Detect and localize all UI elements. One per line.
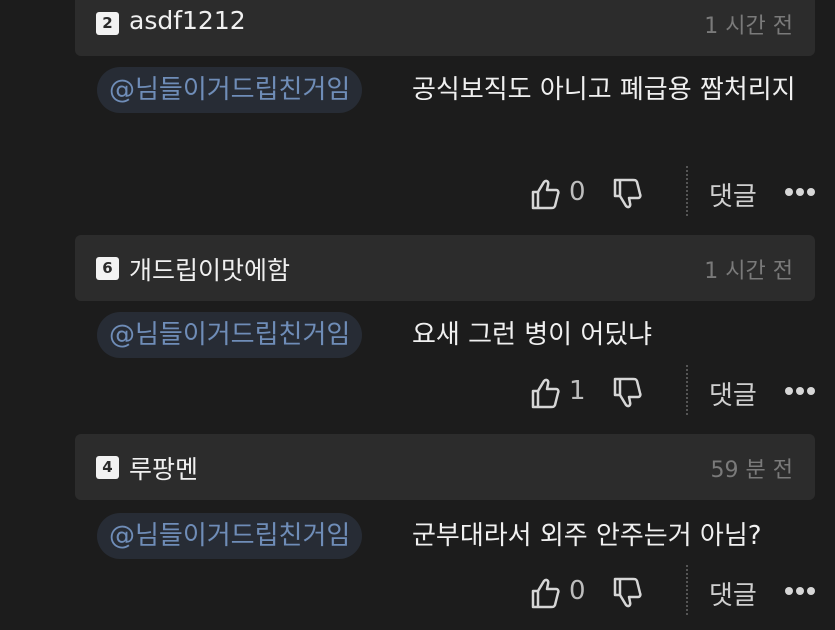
comment-header: 4 루팡멘 59 분 전: [75, 434, 815, 500]
timestamp: 59 분 전: [710, 458, 793, 483]
comment-text: 군부대라서 외주 안주는거 아님?: [412, 521, 762, 551]
thumbs-down-icon[interactable]: [612, 577, 642, 609]
reply-button[interactable]: 댓글: [709, 176, 757, 213]
level-badge-icon: 2: [96, 12, 119, 35]
comment-text: 공식보직도 아니고 폐급용 짬처리지: [412, 75, 796, 105]
timestamp: 1 시간 전: [704, 14, 793, 39]
thumbs-down-icon[interactable]: [612, 377, 642, 409]
thumbs-up-icon[interactable]: [530, 178, 560, 210]
timestamp: 1 시간 전: [704, 259, 793, 284]
reply-button[interactable]: 댓글: [709, 375, 757, 412]
like-count: 1: [569, 376, 586, 406]
comment-actions: 0 댓글: [0, 565, 835, 615]
comment-header: 6 개드립이맛에함 1 시간 전: [75, 235, 815, 301]
thumbs-down-icon[interactable]: [612, 178, 642, 210]
thumbs-up-icon[interactable]: [530, 577, 560, 609]
more-dots-icon[interactable]: [784, 379, 816, 403]
reply-button[interactable]: 댓글: [709, 575, 757, 612]
level-badge-icon: 4: [96, 456, 119, 479]
divider: [686, 365, 688, 415]
divider: [686, 565, 688, 615]
username[interactable]: 개드립이맛에함: [129, 251, 290, 287]
comment-actions: 1 댓글: [0, 365, 835, 415]
like-count: 0: [569, 177, 586, 207]
username[interactable]: asdf1212: [129, 6, 246, 35]
thumbs-up-icon[interactable]: [530, 377, 560, 409]
username[interactable]: 루팡멘: [129, 450, 198, 486]
more-dots-icon[interactable]: [784, 180, 816, 204]
comment-header: 2 asdf1212 1 시간 전: [75, 0, 815, 56]
divider: [686, 166, 688, 216]
more-dots-icon[interactable]: [784, 579, 816, 603]
like-count: 0: [569, 576, 586, 606]
comment-text: 요새 그런 병이 어딨냐: [412, 320, 653, 350]
comment-actions: 0 댓글: [0, 166, 835, 216]
level-badge-icon: 6: [96, 257, 119, 280]
